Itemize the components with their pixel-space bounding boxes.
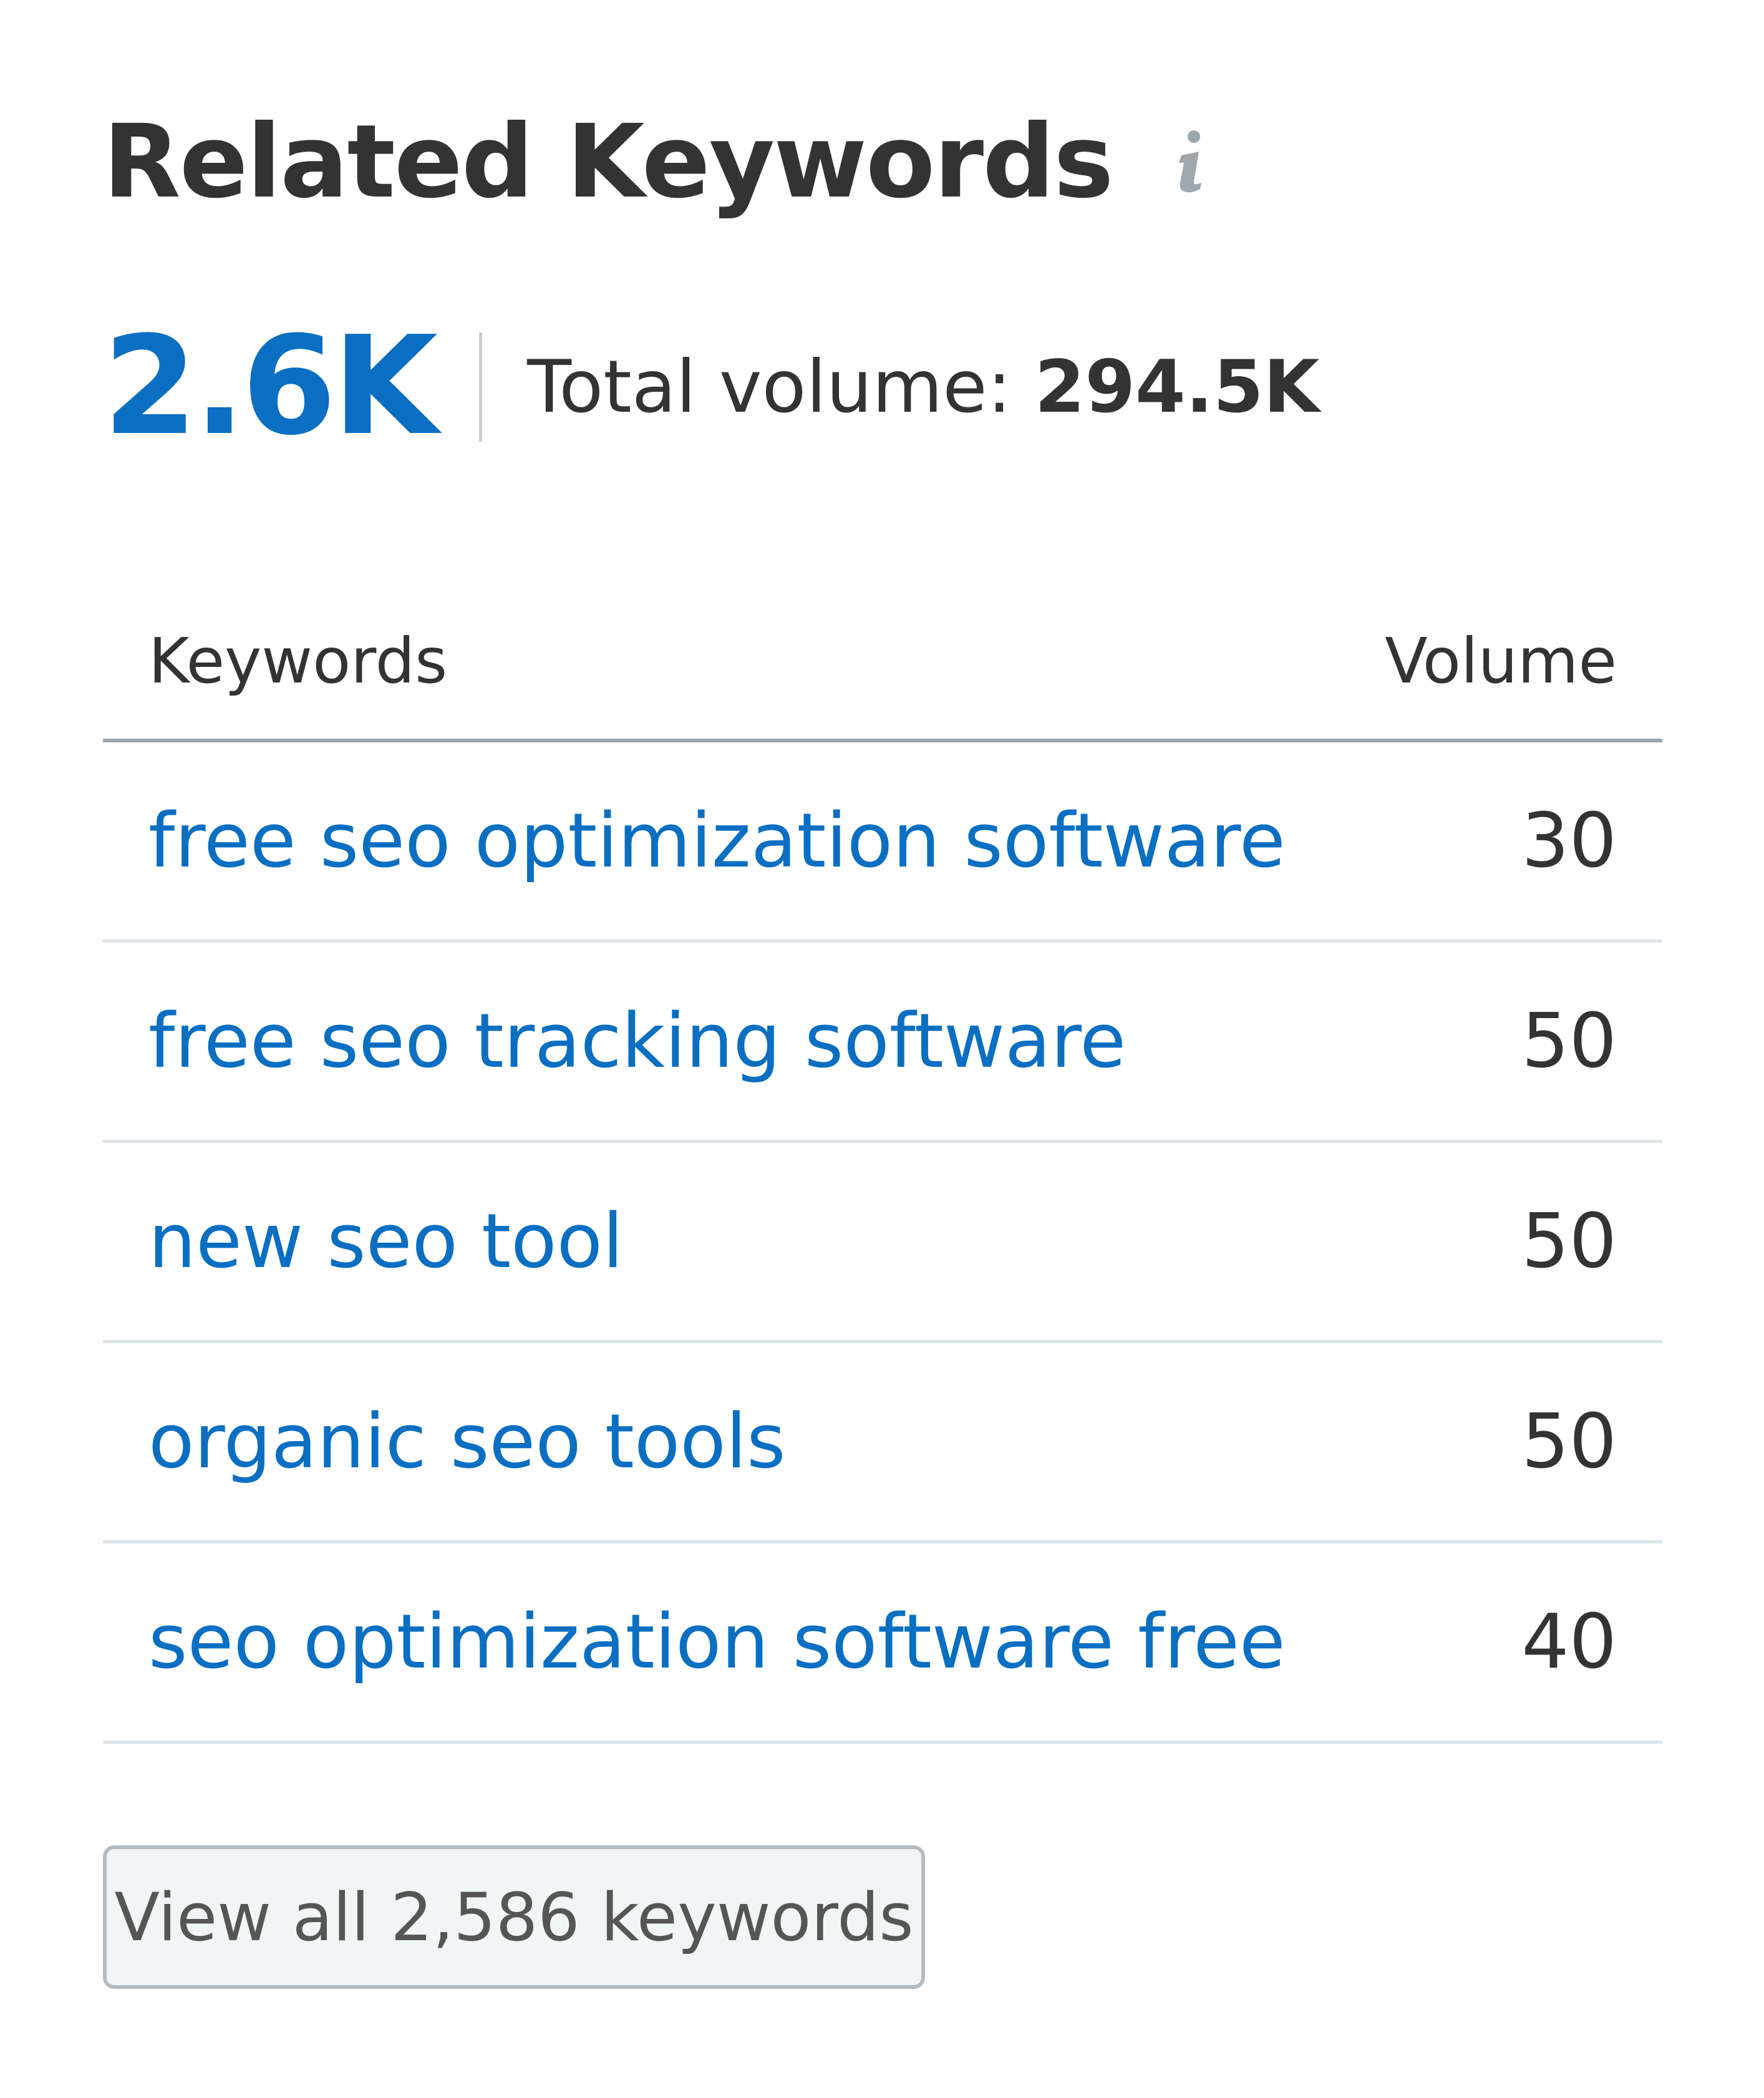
summary-divider bbox=[479, 332, 483, 442]
info-icon[interactable] bbox=[1173, 128, 1210, 197]
keyword-volume: 40 bbox=[1521, 1598, 1617, 1686]
table-row: new seo tool 50 bbox=[103, 1143, 1662, 1343]
column-header-keywords: Keywords bbox=[148, 624, 448, 697]
widget-header: Related Keywords bbox=[103, 94, 1210, 231]
keyword-volume: 50 bbox=[1521, 1398, 1617, 1485]
keywords-table: Keywords Volume free seo optimization so… bbox=[103, 583, 1662, 1744]
total-volume-value: 294.5K bbox=[1034, 344, 1320, 429]
keyword-link[interactable]: seo optimization software free bbox=[148, 1599, 1286, 1686]
keyword-link[interactable]: free seo tracking software bbox=[148, 998, 1126, 1085]
keyword-count: 2.6K bbox=[103, 308, 438, 465]
keyword-volume: 50 bbox=[1521, 998, 1617, 1085]
table-row: seo optimization software free 40 bbox=[103, 1543, 1662, 1744]
total-volume: Total volume: 294.5K bbox=[527, 345, 1319, 429]
table-header: Keywords Volume bbox=[103, 583, 1662, 742]
related-keywords-widget: Related Keywords 2.6K Total volume: 294.… bbox=[0, 0, 1764, 2098]
table-row: free seo optimization software 30 bbox=[103, 742, 1662, 943]
view-all-keywords-button[interactable]: View all 2,586 keywords bbox=[103, 1845, 925, 1989]
keyword-link[interactable]: new seo tool bbox=[148, 1198, 623, 1285]
total-volume-label: Total volume: bbox=[527, 344, 1035, 429]
column-header-volume: Volume bbox=[1385, 624, 1617, 697]
keyword-volume: 50 bbox=[1521, 1198, 1617, 1285]
table-row: free seo tracking software 50 bbox=[103, 943, 1662, 1143]
keyword-link[interactable]: organic seo tools bbox=[148, 1399, 786, 1485]
keyword-summary: 2.6K Total volume: 294.5K bbox=[103, 312, 1319, 462]
widget-title: Related Keywords bbox=[103, 104, 1114, 221]
keyword-volume: 30 bbox=[1521, 797, 1617, 885]
table-row: organic seo tools 50 bbox=[103, 1343, 1662, 1543]
keyword-link[interactable]: free seo optimization software bbox=[148, 798, 1286, 885]
